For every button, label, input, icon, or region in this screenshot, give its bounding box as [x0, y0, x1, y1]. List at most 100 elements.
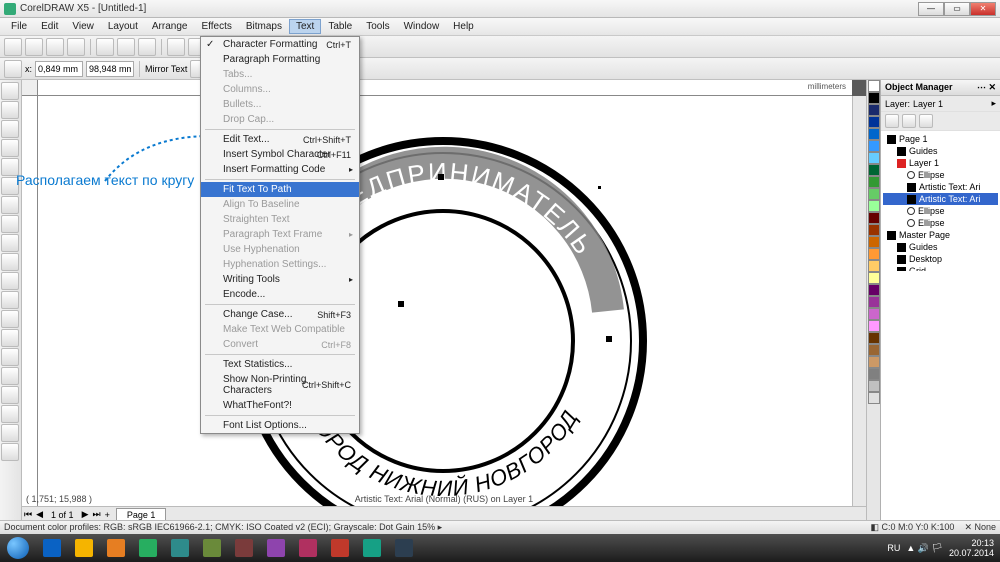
tree-item[interactable]: Ellipse: [883, 205, 998, 217]
swatch[interactable]: [868, 284, 880, 296]
tool-8[interactable]: [1, 234, 19, 252]
page-prev[interactable]: ◀: [34, 509, 45, 520]
tool-16[interactable]: [1, 386, 19, 404]
swatch[interactable]: [868, 248, 880, 260]
swatch[interactable]: [868, 152, 880, 164]
view-btn-1[interactable]: [885, 114, 899, 128]
close-button[interactable]: ✕: [970, 2, 996, 16]
page-add[interactable]: +: [103, 510, 112, 520]
tree-item[interactable]: Desktop: [883, 253, 998, 265]
swatch[interactable]: [868, 296, 880, 308]
swatch[interactable]: [868, 368, 880, 380]
menu-item-character-formatting[interactable]: ✓Character FormattingCtrl+T: [201, 37, 359, 52]
menu-edit[interactable]: Edit: [34, 19, 65, 34]
taskbar-app[interactable]: [293, 536, 323, 560]
menu-view[interactable]: View: [65, 19, 101, 34]
swatch[interactable]: [868, 140, 880, 152]
cut-button[interactable]: [96, 38, 114, 56]
tool-17[interactable]: [1, 405, 19, 423]
swatch[interactable]: [868, 188, 880, 200]
tool-3[interactable]: [1, 139, 19, 157]
view-btn-2[interactable]: [902, 114, 916, 128]
swatch[interactable]: [868, 164, 880, 176]
swatch[interactable]: [868, 320, 880, 332]
maximize-button[interactable]: ▭: [944, 2, 970, 16]
menu-item-writing-tools[interactable]: Writing Tools▸: [201, 272, 359, 287]
menu-item-insert-symbol-character[interactable]: Insert Symbol CharacterCtrl+F11: [201, 147, 359, 162]
tree-item[interactable]: Ellipse: [883, 217, 998, 229]
taskbar-app[interactable]: [389, 536, 419, 560]
swatch[interactable]: [868, 236, 880, 248]
swatch[interactable]: [868, 116, 880, 128]
taskbar-app[interactable]: [261, 536, 291, 560]
tool-0[interactable]: [1, 82, 19, 100]
menu-layout[interactable]: Layout: [101, 19, 145, 34]
menu-item-insert-formatting-code[interactable]: Insert Formatting Code▸: [201, 162, 359, 177]
tool-14[interactable]: [1, 348, 19, 366]
swatch[interactable]: [868, 308, 880, 320]
swatch[interactable]: [868, 128, 880, 140]
taskbar-app[interactable]: [197, 536, 227, 560]
menu-item-change-case-[interactable]: Change Case...Shift+F3: [201, 307, 359, 322]
width-input[interactable]: [35, 61, 83, 77]
tray-icons[interactable]: ▲ 🔊 🏳: [906, 543, 943, 554]
swatch[interactable]: [868, 200, 880, 212]
open-button[interactable]: [25, 38, 43, 56]
tree-item[interactable]: Artistic Text: Ari: [883, 181, 998, 193]
swatch[interactable]: [868, 356, 880, 368]
tree-item[interactable]: Guides: [883, 145, 998, 157]
ruler-horizontal[interactable]: [38, 80, 852, 96]
menu-item-fit-text-to-path[interactable]: Fit Text To Path: [201, 182, 359, 197]
menu-table[interactable]: Table: [321, 19, 359, 34]
scrollbar-vertical[interactable]: [852, 96, 866, 506]
tree-item[interactable]: Ellipse: [883, 169, 998, 181]
tree-item[interactable]: Guides: [883, 241, 998, 253]
taskbar-app[interactable]: [69, 536, 99, 560]
tool-13[interactable]: [1, 329, 19, 347]
tool-11[interactable]: [1, 291, 19, 309]
ruler-origin[interactable]: [22, 80, 38, 96]
tool-1[interactable]: [1, 101, 19, 119]
tool-15[interactable]: [1, 367, 19, 385]
copy-button[interactable]: [117, 38, 135, 56]
swatch[interactable]: [868, 80, 880, 92]
view-btn-3[interactable]: [919, 114, 933, 128]
menu-item-edit-text-[interactable]: Edit Text...Ctrl+Shift+T: [201, 132, 359, 147]
ruler-vertical[interactable]: [22, 96, 38, 526]
swatch[interactable]: [868, 224, 880, 236]
menu-effects[interactable]: Effects: [194, 19, 238, 34]
tray-clock[interactable]: 20:13 20.07.2014: [949, 538, 994, 558]
taskbar-app[interactable]: [101, 536, 131, 560]
tool-10[interactable]: [1, 272, 19, 290]
menu-item-show-non-printing-characters[interactable]: Show Non-Printing CharactersCtrl+Shift+C: [201, 372, 359, 398]
swatch[interactable]: [868, 272, 880, 284]
taskbar-app[interactable]: [325, 536, 355, 560]
tray-lang[interactable]: RU: [887, 543, 900, 553]
taskbar-app[interactable]: [165, 536, 195, 560]
menu-item-paragraph-formatting[interactable]: Paragraph Formatting: [201, 52, 359, 67]
tree-item[interactable]: Artistic Text: Ari: [883, 193, 998, 205]
page-last[interactable]: ⏭: [90, 509, 102, 520]
swatch[interactable]: [868, 392, 880, 404]
start-button[interactable]: [0, 534, 36, 562]
paste-button[interactable]: [138, 38, 156, 56]
tool-6[interactable]: [1, 196, 19, 214]
tool-19[interactable]: [1, 443, 19, 461]
taskbar-app[interactable]: [133, 536, 163, 560]
taskbar-app[interactable]: [229, 536, 259, 560]
tool-2[interactable]: [1, 120, 19, 138]
page-next[interactable]: ▶: [80, 509, 91, 520]
tool-9[interactable]: [1, 253, 19, 271]
tool-7[interactable]: [1, 215, 19, 233]
taskbar-app[interactable]: [37, 536, 67, 560]
menu-item-whatthefont-[interactable]: WhatTheFont?!: [201, 398, 359, 413]
menu-bitmaps[interactable]: Bitmaps: [239, 19, 289, 34]
tool-12[interactable]: [1, 310, 19, 328]
object-tree[interactable]: Page 1GuidesLayer 1EllipseArtistic Text:…: [881, 131, 1000, 271]
system-tray[interactable]: RU ▲ 🔊 🏳 20:13 20.07.2014: [887, 538, 1000, 558]
swatch[interactable]: [868, 104, 880, 116]
swatch[interactable]: [868, 332, 880, 344]
swatch[interactable]: [868, 212, 880, 224]
menu-text[interactable]: Text: [289, 19, 321, 34]
minimize-button[interactable]: —: [918, 2, 944, 16]
